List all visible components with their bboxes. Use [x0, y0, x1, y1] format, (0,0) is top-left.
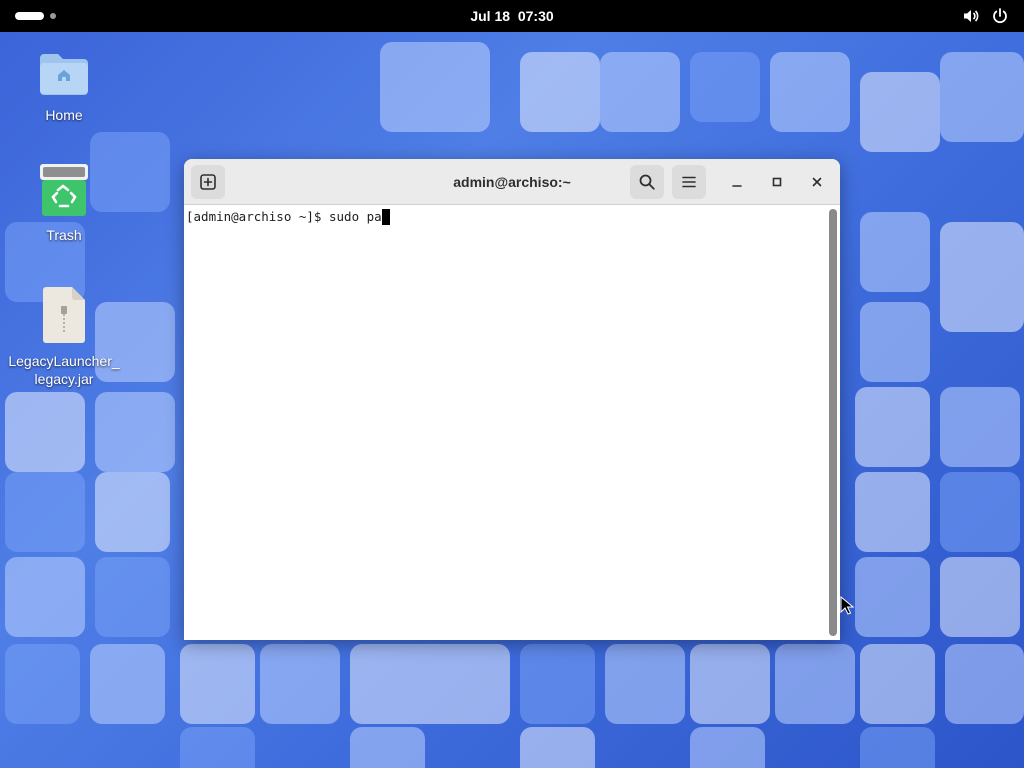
home-folder-icon [40, 54, 88, 95]
scrollbar-thumb[interactable] [829, 209, 837, 636]
close-icon [812, 177, 822, 187]
wallpaper-tile [380, 42, 490, 132]
new-tab-icon [200, 174, 216, 190]
wallpaper-tile [95, 392, 175, 472]
wallpaper-tile [5, 392, 85, 472]
wallpaper-tile [690, 52, 760, 122]
wallpaper-tile [5, 644, 80, 724]
desktop-icon-label: LegacyLauncher_ legacy.jar [4, 352, 124, 388]
search-button[interactable] [630, 165, 664, 199]
wallpaper-tile [520, 52, 600, 132]
jar-file-icon [43, 287, 85, 343]
minimize-icon [732, 185, 742, 187]
trash-icon [40, 164, 88, 216]
power-icon[interactable] [990, 6, 1010, 26]
wallpaper-tile [940, 222, 1024, 332]
command-input: sudo pa [329, 209, 382, 224]
wallpaper-tile [5, 472, 85, 552]
wallpaper-tile [605, 644, 685, 724]
workspace-dot[interactable] [50, 13, 56, 19]
wallpaper-tile [855, 472, 930, 552]
wallpaper-tile [260, 644, 340, 724]
wallpaper-tile [5, 557, 85, 637]
terminal-scrollbar[interactable] [826, 205, 840, 640]
wallpaper-tile [180, 644, 255, 724]
wallpaper-tile [600, 52, 680, 132]
wallpaper-tile [855, 557, 930, 637]
terminal-headerbar[interactable]: admin@archiso:~ [184, 159, 840, 205]
desktop-icon-trash[interactable]: Trash [4, 162, 124, 244]
wallpaper-tile [350, 644, 510, 724]
terminal-window[interactable]: admin@archiso:~ [admin@archiso ~]$ sudo … [184, 159, 840, 640]
wallpaper-tile [860, 302, 930, 382]
wallpaper-tile [860, 72, 940, 152]
search-icon [639, 174, 655, 190]
wallpaper-tile [940, 387, 1020, 467]
terminal-line: [admin@archiso ~]$ sudo pa [186, 209, 390, 225]
wallpaper-tile [860, 212, 930, 292]
wallpaper-tile [90, 644, 165, 724]
shell-prompt: [admin@archiso ~]$ [186, 209, 329, 224]
desktop-icon-label: Home [45, 107, 83, 123]
wallpaper-tile [520, 644, 595, 724]
wallpaper-tile [775, 644, 855, 724]
wallpaper-tile [940, 557, 1020, 637]
top-bar: Jul 18 07:30 [0, 0, 1024, 32]
clock-date: Jul 18 [470, 8, 511, 24]
desktop-icon-label-line2: legacy.jar [34, 371, 94, 387]
minimize-button[interactable] [726, 171, 748, 193]
volume-icon[interactable] [961, 6, 981, 26]
clock-button[interactable]: Jul 18 07:30 [470, 8, 553, 24]
wallpaper-tile [95, 557, 170, 637]
wallpaper-tile [860, 644, 935, 724]
desktop-icon-legacylauncher-jar[interactable]: LegacyLauncher_ legacy.jar [4, 286, 124, 388]
mouse-pointer-icon [840, 596, 854, 615]
wallpaper-tile [690, 727, 765, 768]
wallpaper-tile [95, 472, 170, 552]
desktop-icon-label-line1: LegacyLauncher_ [8, 353, 120, 369]
wallpaper-tile [770, 52, 850, 132]
hamburger-menu-icon [682, 176, 696, 188]
wallpaper-tile [940, 472, 1020, 552]
text-cursor [381, 209, 390, 225]
maximize-icon [772, 177, 782, 187]
wallpaper-tile [350, 727, 425, 768]
wallpaper-tile [945, 644, 1024, 724]
wallpaper-tile [940, 52, 1024, 142]
desktop-icon-home[interactable]: Home [4, 48, 124, 124]
activities-indicator[interactable] [15, 12, 44, 20]
new-tab-button[interactable] [191, 165, 225, 199]
wallpaper-tile [860, 727, 935, 768]
wallpaper-tile [690, 644, 770, 724]
main-menu-button[interactable] [672, 165, 706, 199]
maximize-button[interactable] [766, 171, 788, 193]
terminal-text-area[interactable]: [admin@archiso ~]$ sudo pa [184, 205, 826, 640]
clock: Jul 18 07:30 [0, 0, 1024, 32]
wallpaper-tile [180, 727, 255, 768]
wallpaper-tile [520, 727, 595, 768]
clock-time: 07:30 [517, 8, 554, 24]
desktop-icon-label: Trash [46, 227, 82, 243]
close-button[interactable] [806, 171, 828, 193]
wallpaper-tile [855, 387, 930, 467]
